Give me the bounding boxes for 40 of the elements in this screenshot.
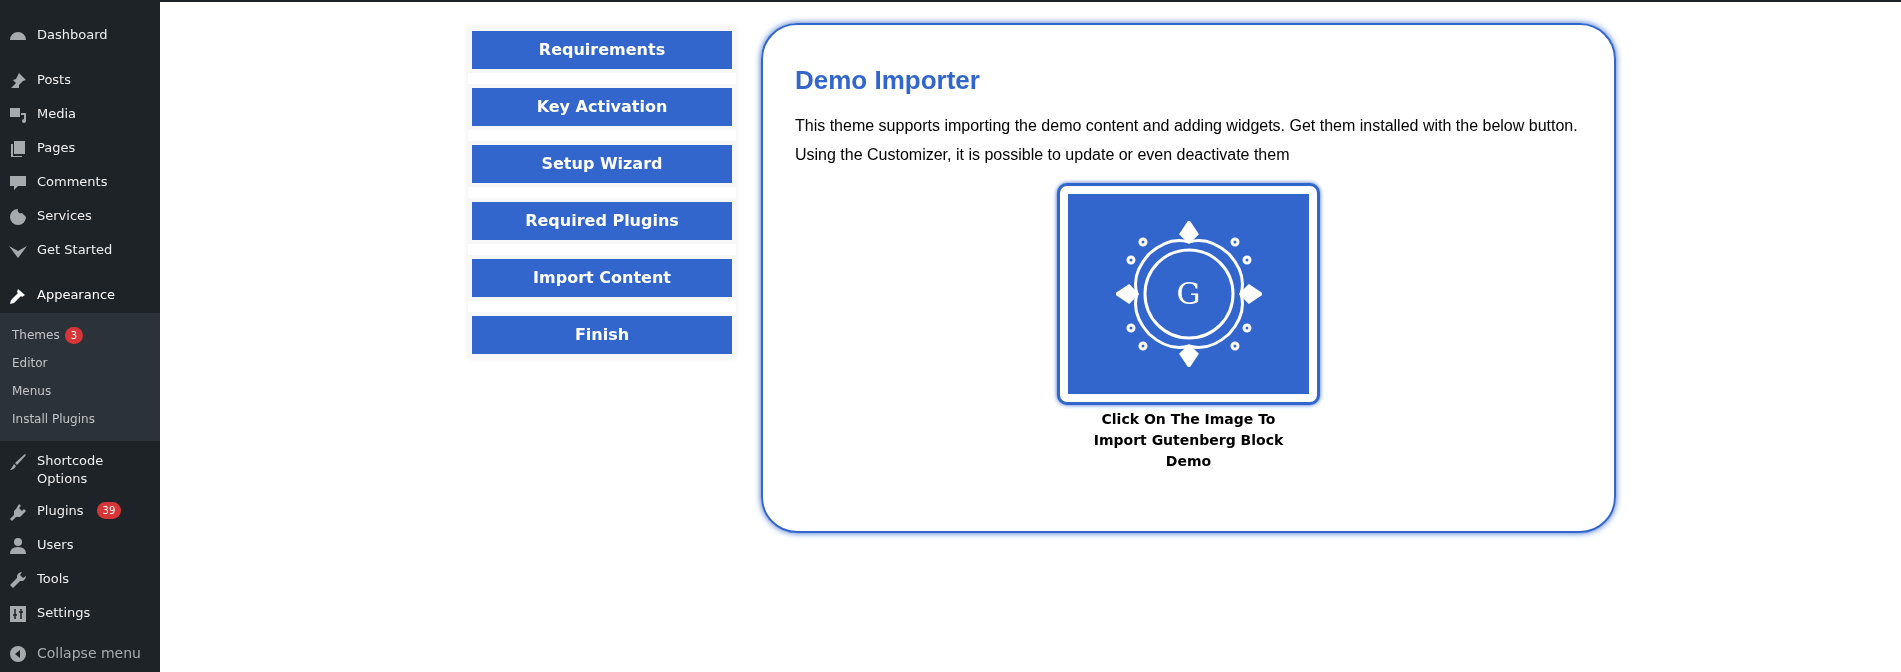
- menu-item[interactable]: Shortcode Options: [0, 445, 160, 495]
- pages-icon: [8, 139, 28, 159]
- sliders-icon: [8, 604, 28, 624]
- step-button[interactable]: Finish: [468, 312, 736, 358]
- brush-icon: [8, 452, 28, 472]
- count-badge: 3: [64, 326, 84, 344]
- collapse-icon: [8, 643, 28, 664]
- menu-item[interactable]: Media: [0, 98, 160, 132]
- wrench-icon: [8, 570, 28, 590]
- media-icon: [8, 105, 28, 125]
- submenu-item[interactable]: Editor: [0, 349, 160, 377]
- menu-item[interactable]: Comments: [0, 166, 160, 200]
- step-button[interactable]: Import Content: [468, 255, 736, 301]
- step-button[interactable]: Requirements: [468, 27, 736, 73]
- count-badge: 39: [96, 502, 122, 519]
- submenu-item[interactable]: Install Plugins: [0, 405, 160, 433]
- description-text: This theme supports importing the demo content and adding widgets. Get them installed with the below button. Using the Customizer, it is possible to update or even deactivate them: [795, 116, 1579, 165]
- comment-icon: [8, 173, 28, 193]
- submenu-item[interactable]: Themes 3: [0, 321, 160, 349]
- menu-item[interactable]: Users: [0, 529, 160, 563]
- menu-item[interactable]: Dashboard: [0, 19, 160, 53]
- step-button[interactable]: Required Plugins: [468, 198, 736, 244]
- demo-image-button[interactable]: G: [1057, 183, 1320, 405]
- menu-item[interactable]: Tools: [0, 563, 160, 597]
- plug-icon: [8, 502, 28, 522]
- menu-item[interactable]: Services: [0, 200, 160, 234]
- menu-item[interactable]: Plugins 39: [0, 495, 160, 529]
- menu-item[interactable]: Settings: [0, 597, 160, 631]
- logo-letter: G: [1176, 279, 1201, 309]
- menu-item[interactable]: Get Started: [0, 234, 160, 268]
- menu-item[interactable]: Appearance: [0, 279, 160, 313]
- demo-caption: Click On The Image To Import Gutenberg Block Demo: [1092, 410, 1285, 471]
- step-button[interactable]: Setup Wizard: [468, 141, 736, 187]
- user-icon: [8, 536, 28, 556]
- card-title: Demo Importer: [795, 65, 981, 95]
- menu-item[interactable]: Pages: [0, 132, 160, 166]
- collapse-menu-button[interactable]: Collapse menu: [0, 635, 160, 672]
- step-button[interactable]: Key Activation: [468, 84, 736, 130]
- menu-item[interactable]: Posts: [0, 64, 160, 98]
- submenu-item[interactable]: Menus: [0, 377, 160, 405]
